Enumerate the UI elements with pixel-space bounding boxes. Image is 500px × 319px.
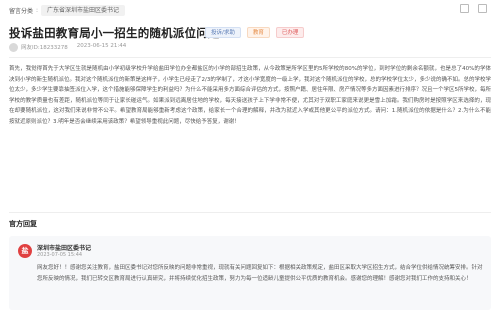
share-icon[interactable] xyxy=(460,4,469,13)
breadcrumb-prefix[interactable]: 留言分类 xyxy=(9,6,33,15)
user-id: 网友ID:18233278 xyxy=(21,45,68,51)
tag-category[interactable]: 投诉/求助 xyxy=(205,27,241,38)
tag-domain[interactable]: 教育 xyxy=(246,27,270,38)
org-avatar: 盐 xyxy=(18,244,32,258)
reply-date: 2023-07-05 15:44 xyxy=(37,252,83,258)
divider xyxy=(9,212,491,213)
breadcrumb-separator: : xyxy=(36,6,39,14)
reply-org-name: 深圳市盐田区委书记 xyxy=(37,245,92,252)
breadcrumb-tag[interactable]: 广东省深圳市盐田区委书记 xyxy=(41,4,126,16)
page-title: 投诉盐田教育局小一招生的随机派位问题 xyxy=(9,26,220,40)
reply-text: 网友您好！！感谢您关注教育，盐田区委书记对您所反映的问题非常重视，现就有关问题回… xyxy=(37,265,483,282)
post-datetime: 2023-06-15 21:44 xyxy=(76,43,127,49)
post-meta: 网友ID:18233278 2023-06-15 21:44 xyxy=(9,43,126,52)
breadcrumb: 留言分类 : 广东省深圳市盐田区委书记 xyxy=(9,3,126,17)
post-body: 首先，我觉得首先于大学区生就是随机由小学初级学校升学给盐田学位办全都盐区的小学的… xyxy=(9,66,492,125)
favorite-icon[interactable] xyxy=(478,4,487,13)
status-badge: 已办理 xyxy=(275,27,305,38)
section-title-official-reply: 官方回复 xyxy=(9,220,37,228)
user-info: 网友ID:18233278 xyxy=(9,43,68,52)
official-reply-card: 盐 深圳市盐田区委书记 2023-07-05 15:44 网友您好！！感谢您关注… xyxy=(9,236,491,310)
top-actions xyxy=(460,4,487,13)
avatar xyxy=(9,43,18,52)
top-bar: 留言分类 : 广东省深圳市盐田区委书记 xyxy=(0,0,500,22)
post-tags: 投诉/求助 教育 已办理 xyxy=(205,27,305,38)
divider xyxy=(9,57,491,58)
